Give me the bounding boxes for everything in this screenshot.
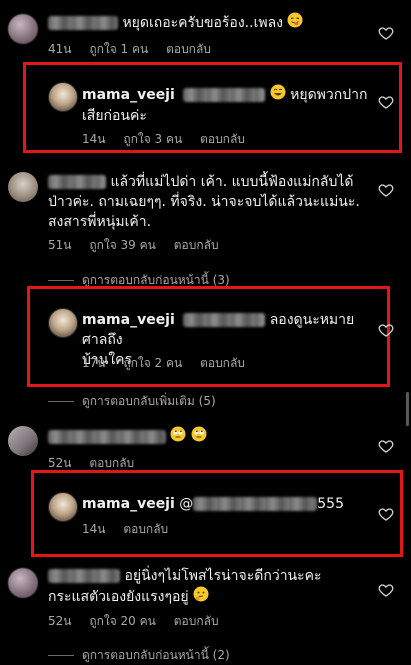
likes-count[interactable]: ถูกใจ 1 คน xyxy=(89,42,148,56)
comment-text xyxy=(48,426,207,448)
likes-count[interactable]: ถูกใจ 2 คน xyxy=(123,356,182,370)
username[interactable]: mama_veeji xyxy=(82,87,175,103)
reply-button[interactable]: ตอบกลับ xyxy=(200,356,245,370)
heart-icon[interactable] xyxy=(378,438,394,454)
reply-button[interactable]: ตอบกลับ xyxy=(89,456,134,470)
heart-icon[interactable] xyxy=(378,582,394,598)
view-previous-replies-link[interactable]: ดูการตอบกลับก่อนหน้านี้ (2) xyxy=(48,646,230,665)
username[interactable]: mama_veeji xyxy=(82,496,175,512)
comment-meta: 17น ถูกใจ 2 คน ตอบกลับ xyxy=(82,356,245,370)
reply-item: mama_veeji @555 14น ตอบกลับ xyxy=(0,482,411,552)
comment-text: mama_veeji @555 xyxy=(82,496,344,512)
likes-count[interactable]: ถูกใจ 20 คน xyxy=(89,614,156,628)
comment-meta: 51น ถูกใจ 39 คน ตอบกลับ xyxy=(48,238,219,252)
blurred-username xyxy=(48,430,166,444)
divider xyxy=(48,655,74,656)
likes-count[interactable]: ถูกใจ 39 คน xyxy=(89,238,156,252)
eye-roll-emoji-icon xyxy=(191,426,207,448)
comment-text: mama_veeji หยุดพวกปาก เสียก่อนค่ะ xyxy=(82,84,372,126)
heart-icon[interactable] xyxy=(378,322,394,338)
comment-text: อยู่นิ่งๆไม่โพสไรน่าจะดีกว่านะคะ กระแสตั… xyxy=(48,566,378,608)
scrollbar[interactable] xyxy=(406,392,409,426)
comment-text: หยุดเถอะครับขอร้อง..เพลง xyxy=(48,12,303,34)
avatar[interactable] xyxy=(8,172,38,202)
avatar[interactable] xyxy=(48,492,78,522)
comment-meta: 14น ตอบกลับ xyxy=(82,522,169,536)
heart-icon[interactable] xyxy=(378,506,394,522)
avatar[interactable] xyxy=(48,308,78,338)
blurred-username xyxy=(48,569,120,583)
divider xyxy=(48,280,74,281)
heart-icon[interactable] xyxy=(378,182,394,198)
comment-meta: 41น ถูกใจ 1 คน ตอบกลับ xyxy=(48,42,211,56)
blurred-username xyxy=(183,313,266,327)
avatar[interactable] xyxy=(8,426,38,456)
comment-meta: 14น ถูกใจ 3 คน ตอบกลับ xyxy=(82,132,245,146)
reply-item: mama_veeji ลองดูนะหมายศาลถึง บ้านใคร 17น… xyxy=(0,300,411,380)
comment-meta: 52น ถูกใจ 20 คน ตอบกลับ xyxy=(48,614,219,628)
reply-button[interactable]: ตอบกลับ xyxy=(174,614,219,628)
comment-item: แล้วที่แม่ไปด่า เค้า. แบบนี้ฟ้องแม่กลับไ… xyxy=(0,160,411,260)
blurred-username xyxy=(183,88,266,102)
avatar[interactable] xyxy=(8,568,38,598)
likes-count[interactable]: ถูกใจ 3 คน xyxy=(123,132,182,146)
thinking-emoji-icon xyxy=(193,586,209,608)
comment-item: หยุดเถอะครับขอร้อง..เพลง 41น ถูกใจ 1 คน … xyxy=(0,0,411,56)
comment-text: แล้วที่แม่ไปด่า เค้า. แบบนี้ฟ้องแม่กลับไ… xyxy=(48,174,360,230)
blurred-username xyxy=(48,175,106,189)
heart-icon[interactable] xyxy=(378,94,394,110)
username[interactable]: mama_veeji xyxy=(82,312,175,328)
avatar[interactable] xyxy=(8,14,38,44)
blurred-username xyxy=(48,16,118,30)
comment-item: 52น ตอบกลับ xyxy=(0,418,411,474)
divider xyxy=(48,401,74,402)
reply-button[interactable]: ตอบกลับ xyxy=(166,42,211,56)
reply-item: mama_veeji หยุดพวกปาก เสียก่อนค่ะ 14น ถู… xyxy=(0,72,411,152)
tongue-out-emoji-icon xyxy=(287,12,303,34)
rolling-laughing-emoji-icon xyxy=(270,84,286,106)
reply-button[interactable]: ตอบกลับ xyxy=(123,522,168,536)
reply-button[interactable]: ตอบกลับ xyxy=(174,238,219,252)
eye-roll-emoji-icon xyxy=(170,426,186,448)
view-more-replies-link[interactable]: ดูการตอบกลับเพิ่มเติม (5) xyxy=(48,392,216,411)
avatar[interactable] xyxy=(48,82,78,112)
comment-item: อยู่นิ่งๆไม่โพสไรน่าจะดีกว่านะคะ กระแสตั… xyxy=(0,560,411,640)
reply-button[interactable]: ตอบกลับ xyxy=(200,132,245,146)
blurred-username xyxy=(193,497,318,511)
heart-icon[interactable] xyxy=(378,25,394,41)
